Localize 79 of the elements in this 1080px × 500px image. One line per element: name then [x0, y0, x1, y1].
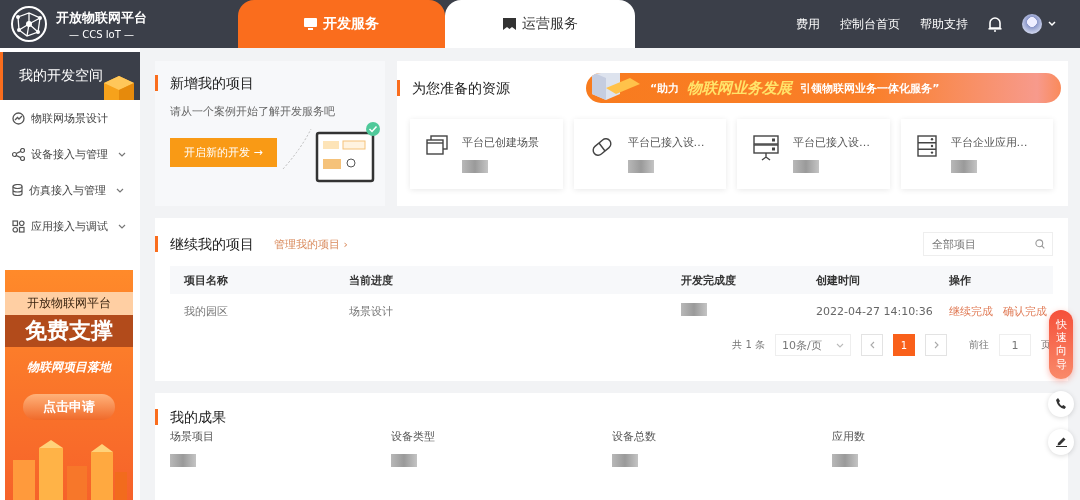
stat-label: 平台已创建场景 [462, 135, 539, 150]
chevron-down-icon [116, 187, 124, 193]
promo-title: 开放物联网平台 [5, 292, 133, 315]
stat-card[interactable]: 平台已接入设… [573, 119, 726, 189]
column-header: 当前进度 [349, 272, 393, 288]
section-title: 继续我的项目 [155, 236, 254, 252]
promo-headline: 免费支撑 [5, 315, 133, 347]
blurred-value [611, 454, 638, 467]
phone-icon [1056, 398, 1066, 410]
rack-icon [916, 135, 937, 157]
chevron-down-icon [118, 151, 126, 157]
column-header: 操作 [949, 272, 971, 288]
monitor-icon [304, 18, 317, 30]
database-icon [12, 184, 23, 196]
service-tab[interactable]: 运营服务 [445, 0, 635, 48]
section-title: 为您准备的资源 [397, 80, 510, 96]
sidebar-item[interactable]: 仿真接入与管理 [0, 172, 140, 208]
apps-icon [12, 219, 25, 233]
strip-tagline: 引领物联网业务一体化服务” [800, 80, 940, 96]
pen-icon [1055, 436, 1067, 448]
logo-subtitle: — CCS IoT — [69, 28, 134, 40]
promo-banner[interactable]: 开放物联网平台 免费支撑 物联网项目落地 点击申请 [5, 270, 133, 500]
nav-link[interactable]: 费用 [796, 15, 820, 33]
stat-card[interactable]: 平台企业应用… [900, 119, 1053, 189]
globe-logo-icon [10, 5, 48, 43]
stat-card[interactable]: 平台已接入设… [737, 119, 890, 189]
blurred-value [627, 160, 654, 173]
stat-label: 平台企业应用… [950, 135, 1028, 150]
windows-icon [426, 135, 448, 155]
search-icon [1035, 239, 1045, 249]
chevron-down-icon [836, 342, 844, 348]
strip-prefix: “助力 [650, 80, 680, 96]
server-icon [753, 135, 779, 161]
stat-label: 场景项目 [170, 429, 214, 444]
gauge-icon [12, 111, 25, 125]
sidebar-title: 我的开发空间 [19, 67, 103, 85]
stat-label: 应用数 [832, 429, 866, 444]
blurred-value [390, 454, 417, 467]
blurred-value [832, 454, 859, 467]
logo-title: 开放物联网平台 [56, 8, 147, 27]
stat-label: 平台已接入设… [627, 135, 705, 150]
blurred-value [681, 303, 707, 316]
blurred-value [950, 160, 977, 173]
blurred-value [793, 160, 819, 173]
sidebar-item[interactable]: 设备接入与管理 [0, 136, 140, 172]
column-header: 创建时间 [816, 272, 860, 288]
caret-icon[interactable] [1048, 21, 1056, 27]
bell-icon[interactable] [988, 16, 1002, 32]
table-cell: 场景设计 [349, 303, 393, 319]
page-size-select[interactable]: 10条/页 [775, 334, 851, 356]
table-cell: 2022-04-27 14:10:36 [816, 304, 933, 318]
chevron-down-icon [118, 223, 126, 229]
sidebar-item[interactable]: 物联网场景设计 [0, 100, 140, 136]
column-header: 开发完成度 [681, 272, 736, 288]
nav-link[interactable]: 帮助支持 [920, 15, 968, 33]
strip-headline: 物联网业务发展 [687, 78, 793, 98]
chevron-right-icon [933, 341, 939, 349]
cube-icon [102, 74, 136, 100]
page-input[interactable]: 1 [999, 334, 1031, 356]
share-icon [12, 147, 25, 161]
stat-label: 设备类型 [390, 429, 435, 444]
sidebar-item[interactable]: 应用接入与调试 [0, 208, 140, 244]
promo-tagline: 物联网项目落地 [27, 359, 111, 376]
stat-label: 平台已接入设… [793, 135, 870, 150]
goto-label: 前往 [969, 338, 989, 352]
stat-label: 设备总数 [611, 429, 656, 444]
blurred-value [170, 454, 196, 467]
section-title: 新增我的项目 [155, 75, 385, 91]
table-cell: 我的园区 [184, 303, 228, 319]
nav-link[interactable]: 控制台首页 [840, 15, 900, 33]
column-header: 项目名称 [184, 272, 228, 288]
chevron-left-icon [869, 341, 875, 349]
search-field[interactable]: 全部项目 [923, 232, 1053, 256]
blurred-value [462, 160, 488, 173]
total-count: 共 1 条 [732, 338, 765, 352]
stat-card[interactable]: 平台已创建场景 [410, 119, 563, 189]
card-subtitle: 请从一个案例开始了解开发服务吧 [170, 104, 336, 119]
avatar[interactable] [1022, 14, 1042, 34]
phone-button[interactable] [1048, 390, 1074, 417]
